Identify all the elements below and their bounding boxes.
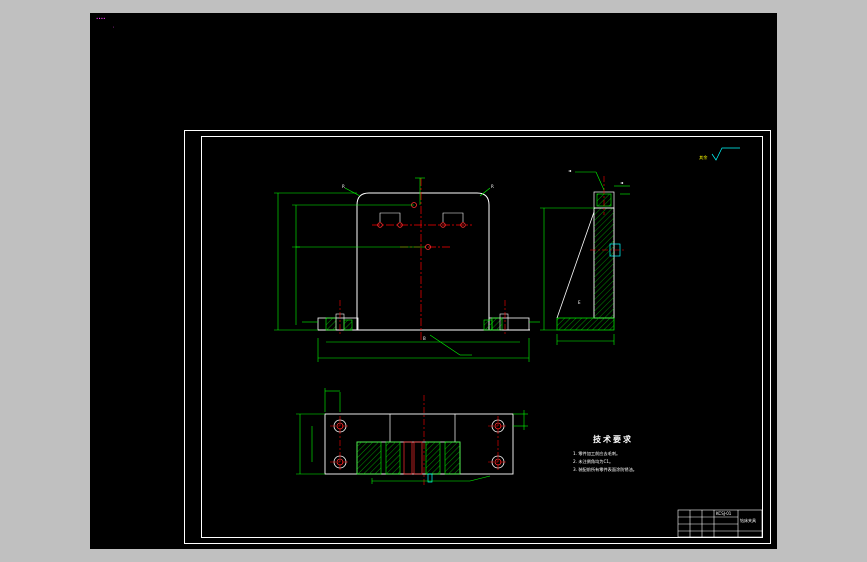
plan-hatch-right xyxy=(444,441,461,475)
side-view: ◄ ◄ E xyxy=(540,168,630,345)
cad-drawing: •••• ' R R B ◄ ◄ E 技术要求 1. 零件加工前应去毛刺。 2.… xyxy=(96,16,771,544)
roughness-note: 其余 xyxy=(699,154,708,161)
side-rib xyxy=(556,211,595,319)
title-block-code: KCSJ-01 xyxy=(716,511,732,516)
plan-hatch-left xyxy=(356,441,382,475)
surface-roughness-icon: 其余 xyxy=(699,147,740,161)
front-left-hatch xyxy=(325,317,337,331)
sheet-inner-border xyxy=(201,136,763,538)
title-block-name: 钻床夹具 xyxy=(740,517,756,523)
plan-hatch-mid-l xyxy=(385,441,401,475)
sheet-outer-border xyxy=(184,130,771,544)
tech-req-title: 技术要求 xyxy=(593,434,633,444)
side-leader-label: ◄ xyxy=(568,168,572,173)
viewport-label: •••• xyxy=(96,16,105,21)
tech-req-item-3: 3. 装配前所有零件表面涂防锈油。 xyxy=(573,466,637,473)
front-dim-b: B xyxy=(423,336,426,341)
front-right-hatch xyxy=(491,317,503,331)
side-dim-mark: E xyxy=(578,300,581,305)
plan-outline xyxy=(324,413,514,475)
side-leader-label-2: ◄ xyxy=(620,180,624,185)
front-dim-r: R xyxy=(342,184,345,189)
tech-req-item-2: 2. 未注倒角均为C1。 xyxy=(573,458,613,465)
tech-req-item-1: 1. 零件加工前应去毛刺。 xyxy=(573,450,620,457)
plan-hatch-mid-r xyxy=(425,441,441,475)
front-part-outline xyxy=(356,192,490,330)
front-dim-r2: R xyxy=(491,184,494,189)
plan-view xyxy=(296,388,528,486)
side-base xyxy=(556,317,615,331)
front-view: R R B xyxy=(274,177,540,362)
technical-requirements: 技术要求 1. 零件加工前应去毛刺。 2. 未注倒角均为C1。 3. 装配前所有… xyxy=(573,434,637,473)
viewport-marker: ' xyxy=(113,26,114,31)
